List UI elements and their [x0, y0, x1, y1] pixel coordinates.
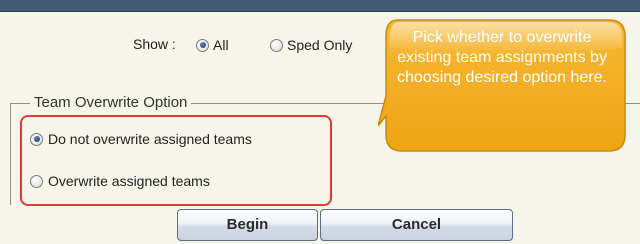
- cancel-button[interactable]: Cancel: [320, 209, 513, 241]
- title-bar: [0, 0, 640, 12]
- option-do-not-overwrite[interactable]: Do not overwrite assigned teams: [30, 130, 252, 147]
- show-all-radio[interactable]: [196, 38, 209, 52]
- show-option-sped-only[interactable]: Sped Only: [270, 37, 352, 52]
- overwrite-label: Overwrite assigned teams: [48, 173, 210, 190]
- do-not-overwrite-radio[interactable]: [30, 132, 43, 146]
- option-overwrite[interactable]: Overwrite assigned teams: [30, 172, 210, 189]
- fieldset-border-left: [10, 103, 11, 205]
- overwrite-radio[interactable]: [30, 174, 43, 188]
- show-sped-only-label: Sped Only: [287, 37, 353, 54]
- dialog-window: Show : All Sped Only Team Overwrite Opti…: [0, 0, 640, 244]
- show-sped-only-radio[interactable]: [270, 38, 283, 52]
- callout-text: Pick whether to overwrite existing team …: [397, 29, 607, 86]
- help-callout: Pick whether to overwrite existing team …: [378, 18, 627, 155]
- show-label: Show :: [133, 36, 176, 52]
- begin-button[interactable]: Begin: [177, 209, 318, 241]
- team-overwrite-legend: Team Overwrite Option: [30, 94, 192, 112]
- do-not-overwrite-label: Do not overwrite assigned teams: [48, 131, 252, 148]
- show-all-label: All: [213, 37, 229, 54]
- highlight-box: [20, 115, 332, 206]
- show-option-all[interactable]: All: [196, 37, 229, 52]
